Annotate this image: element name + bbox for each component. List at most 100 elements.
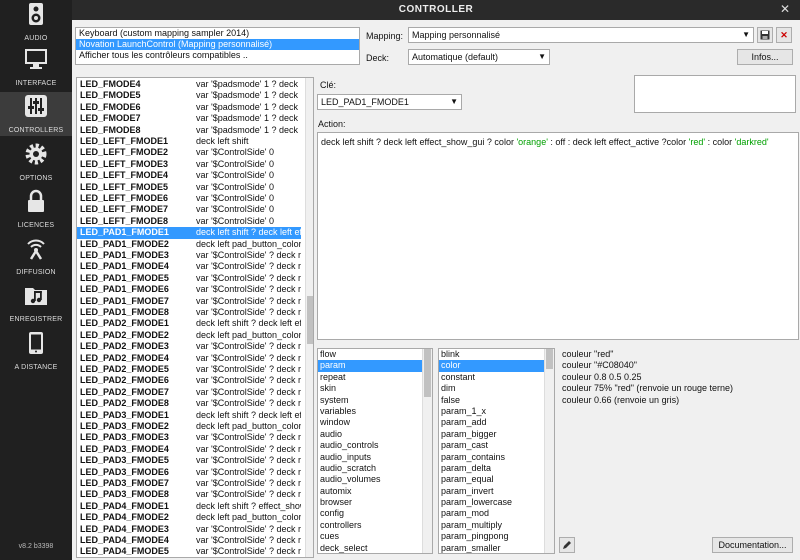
key-row[interactable]: LED_PAD2_FMODE4 var '$ControlSide' ? deck…: [77, 353, 301, 364]
verb-item[interactable]: param_bigger: [439, 429, 554, 440]
category-item[interactable]: audio_scratch: [318, 463, 432, 474]
key-row[interactable]: LED_PAD1_FMODE4 var '$ControlSide' ? deck…: [77, 261, 301, 272]
sidebar-item-a-distance[interactable]: A DISTANCE: [0, 329, 72, 373]
key-row[interactable]: LED_PAD2_FMODE6 var '$ControlSide' ? deck…: [77, 375, 301, 386]
category-item[interactable]: automix: [318, 486, 432, 497]
key-row[interactable]: LED_PAD2_FMODE5 var '$ControlSide' ? deck…: [77, 364, 301, 375]
mapping-list-item-selected[interactable]: Novation LaunchControl (Mapping personna…: [76, 39, 359, 50]
verb-item[interactable]: false: [439, 395, 554, 406]
key-row[interactable]: LED_LEFT_FMODE5 var '$ControlSide' 0: [77, 182, 301, 193]
category-item[interactable]: skin: [318, 383, 432, 394]
key-row[interactable]: LED_LEFT_FMODE1 deck left shift: [77, 136, 301, 147]
key-row[interactable]: LED_PAD3_FMODE8 var '$ControlSide' ? deck…: [77, 489, 301, 500]
category-item[interactable]: param: [318, 360, 432, 372]
category-item[interactable]: system: [318, 395, 432, 406]
verb-item[interactable]: param_invert: [439, 486, 554, 497]
category-item[interactable]: window: [318, 417, 432, 428]
key-row[interactable]: LED_PAD2_FMODE2 deck left pad_button_colo…: [77, 330, 301, 341]
key-row[interactable]: LED_FMODE5 var '$padsmode' 1 ? deck le: [77, 90, 301, 101]
category-item[interactable]: cues: [318, 531, 432, 542]
key-row[interactable]: LED_PAD1_FMODE8 var '$ControlSide' ? deck…: [77, 307, 301, 318]
sidebar-item-audio[interactable]: AUDIO: [0, 0, 72, 44]
key-row[interactable]: LED_PAD1_FMODE7 var '$ControlSide' ? deck…: [77, 296, 301, 307]
verb-item[interactable]: param_delta: [439, 463, 554, 474]
deck-dropdown[interactable]: Automatique (default) ▼: [408, 49, 550, 65]
verb-item[interactable]: param_pingpong: [439, 531, 554, 542]
sidebar-item-interface[interactable]: INTERFACE: [0, 45, 72, 89]
close-icon[interactable]: ✕: [780, 2, 790, 16]
controller-mapping-list[interactable]: Keyboard (custom mapping sampler 2014) N…: [75, 27, 360, 65]
category-item[interactable]: audio: [318, 429, 432, 440]
key-row[interactable]: LED_PAD3_FMODE1 deck left shift ? deck le…: [77, 410, 301, 421]
key-row[interactable]: LED_PAD3_FMODE7 var '$ControlSide' ? deck…: [77, 478, 301, 489]
key-row[interactable]: LED_PAD3_FMODE5 var '$ControlSide' ? deck…: [77, 455, 301, 466]
key-row[interactable]: LED_FMODE6 var '$padsmode' 1 ? deck le: [77, 102, 301, 113]
key-row[interactable]: LED_PAD1_FMODE5 var '$ControlSide' ? deck…: [77, 273, 301, 284]
key-row[interactable]: LED_PAD3_FMODE4 var '$ControlSide' ? deck…: [77, 444, 301, 455]
save-mapping-button[interactable]: [757, 27, 773, 43]
sidebar-item-diffusion[interactable]: DIFFUSION: [0, 234, 72, 278]
category-item[interactable]: audio_controls: [318, 440, 432, 451]
key-row[interactable]: LED_PAD4_FMODE5 var '$ControlSide' ? deck…: [77, 546, 301, 557]
verb-item[interactable]: dim: [439, 383, 554, 394]
category-item[interactable]: deck_select: [318, 543, 432, 553]
insert-button[interactable]: [559, 537, 575, 553]
scrollbar-thumb[interactable]: [424, 349, 431, 397]
mapping-list-item[interactable]: Afficher tous les contrôleurs compatible…: [76, 50, 359, 61]
key-row[interactable]: LED_PAD3_FMODE6 var '$ControlSide' ? deck…: [77, 467, 301, 478]
verb-list-scrollbar[interactable]: [544, 349, 554, 553]
key-row[interactable]: LED_PAD4_FMODE3 var '$ControlSide' ? deck…: [77, 524, 301, 535]
delete-mapping-button[interactable]: ✕: [776, 27, 792, 43]
key-row[interactable]: LED_FMODE8 var '$padsmode' 1 ? deck le: [77, 125, 301, 136]
key-row[interactable]: LED_PAD1_FMODE6 var '$ControlSide' ? deck…: [77, 284, 301, 295]
key-row[interactable]: LED_PAD4_FMODE1 deck left shift ? effect_…: [77, 501, 301, 512]
sidebar-item-options[interactable]: OPTIONS: [0, 140, 72, 184]
verb-list[interactable]: blink color constant dim false param_1_x param…: [438, 348, 555, 554]
key-row[interactable]: LED_PAD2_FMODE3 var '$ControlSide' ? deck…: [77, 341, 301, 352]
key-row[interactable]: LED_PAD4_FMODE2 deck left pad_button_colo…: [77, 512, 301, 523]
mapping-dropdown[interactable]: Mapping personnalisé ▼: [408, 27, 754, 43]
key-row[interactable]: LED_PAD3_FMODE3 var '$ControlSide' ? deck…: [77, 432, 301, 443]
verb-item[interactable]: param_equal: [439, 474, 554, 485]
category-list-scrollbar[interactable]: [422, 349, 432, 553]
category-item[interactable]: flow: [318, 349, 432, 360]
category-item[interactable]: audio_inputs: [318, 452, 432, 463]
verb-item[interactable]: param_add: [439, 417, 554, 428]
key-mapping-list[interactable]: LED_FMODE4 var '$padsmode' 1 ? deck le LED…: [76, 77, 314, 558]
documentation-button[interactable]: Documentation...: [712, 537, 793, 553]
infos-button[interactable]: Infos...: [737, 49, 793, 65]
key-row[interactable]: LED_LEFT_FMODE7 var '$ControlSide' 0: [77, 204, 301, 215]
category-item[interactable]: variables: [318, 406, 432, 417]
verb-item[interactable]: param_1_x: [439, 406, 554, 417]
verb-item[interactable]: param_smaller: [439, 543, 554, 553]
verb-item[interactable]: param_cast: [439, 440, 554, 451]
key-row[interactable]: LED_PAD2_FMODE1 deck left shift ? deck le…: [77, 318, 301, 329]
category-list[interactable]: flow param repeat skin system variables window…: [317, 348, 433, 554]
key-row[interactable]: LED_PAD3_FMODE2 deck left pad_button_colo…: [77, 421, 301, 432]
verb-item[interactable]: param_contains: [439, 452, 554, 463]
key-row[interactable]: LED_PAD2_FMODE8 var '$ControlSide' ? deck…: [77, 398, 301, 409]
verb-item[interactable]: param_mod: [439, 508, 554, 519]
key-row[interactable]: LED_LEFT_FMODE2 var '$ControlSide' 0: [77, 147, 301, 158]
category-item[interactable]: config: [318, 508, 432, 519]
verb-item[interactable]: constant: [439, 372, 554, 383]
key-row[interactable]: LED_FMODE7 var '$padsmode' 1 ? deck le: [77, 113, 301, 124]
scrollbar-thumb[interactable]: [546, 349, 553, 369]
category-item[interactable]: audio_volumes: [318, 474, 432, 485]
key-row[interactable]: LED_PAD2_FMODE7 var '$ControlSide' ? deck…: [77, 387, 301, 398]
sidebar-item-controllers[interactable]: CONTROLLERS: [0, 92, 72, 136]
sidebar-item-enregistrer[interactable]: ENREGISTRER: [0, 281, 72, 325]
verb-item[interactable]: param_lowercase: [439, 497, 554, 508]
category-item[interactable]: controllers: [318, 520, 432, 531]
category-item[interactable]: repeat: [318, 372, 432, 383]
action-editor[interactable]: deck left shift ? deck left effect_show_…: [317, 132, 799, 340]
key-row[interactable]: LED_FMODE4 var '$padsmode' 1 ? deck le: [77, 79, 301, 90]
key-row[interactable]: LED_PAD1_FMODE1 deck left shift ? deck le…: [77, 227, 301, 239]
verb-item[interactable]: color: [439, 360, 554, 372]
key-list-scrollbar[interactable]: [305, 78, 313, 557]
key-row[interactable]: LED_LEFT_FMODE3 var '$ControlSide' 0: [77, 159, 301, 170]
key-row[interactable]: LED_LEFT_FMODE8 var '$ControlSide' 0: [77, 216, 301, 227]
key-dropdown[interactable]: LED_PAD1_FMODE1 ▼: [317, 94, 462, 110]
key-row[interactable]: LED_LEFT_FMODE4 var '$ControlSide' 0: [77, 170, 301, 181]
scrollbar-thumb[interactable]: [307, 296, 313, 344]
